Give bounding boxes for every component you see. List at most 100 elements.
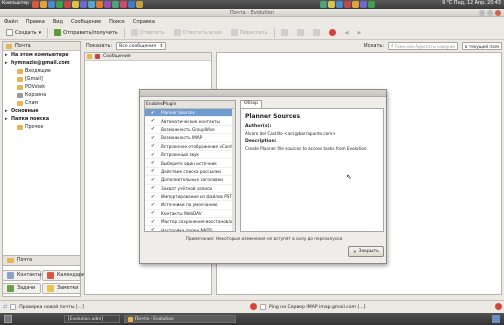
unread-column-icon[interactable] [87, 54, 92, 59]
menu-edit[interactable]: Правка [26, 19, 45, 25]
switcher-calendar-button[interactable]: Календари [42, 270, 85, 281]
print-button[interactable] [278, 27, 291, 38]
forward-button[interactable]: Переслать [228, 27, 271, 38]
tray-icon[interactable] [352, 1, 359, 8]
tray-icon[interactable] [344, 1, 351, 8]
sidebar-folder-item[interactable]: Входящие [3, 67, 80, 75]
back-button[interactable]: ◀ [342, 27, 352, 38]
app-icon[interactable] [48, 1, 55, 8]
window-titlebar[interactable]: Почта - Evolution [0, 9, 504, 17]
minimize-icon[interactable] [479, 10, 485, 16]
app-icon[interactable] [128, 1, 135, 8]
app-icon[interactable] [40, 1, 47, 8]
plugin-enabled-checkbox[interactable]: ✔ [145, 219, 161, 225]
plugin-enabled-checkbox[interactable]: ✔ [145, 118, 161, 124]
app-icon[interactable] [96, 1, 103, 8]
new-button[interactable]: Создать ▾ [3, 27, 44, 38]
plugin-column-header[interactable]: Plugin [161, 102, 176, 107]
search-input[interactable]: ⌕ Тема или Адресаты содержат [388, 42, 458, 50]
switcher-memos-button[interactable]: Заметки [42, 283, 81, 294]
plugin-row[interactable]: ✔ Захват учётной записи [145, 185, 235, 193]
plugin-row[interactable]: ✔ Встроенный звук [145, 151, 235, 160]
forward-nav-button[interactable]: ▶ [355, 27, 365, 38]
enabled-column-header[interactable]: Enabled [145, 102, 164, 107]
app-icon[interactable] [88, 1, 95, 8]
sidebar-folder-item[interactable]: Спам [3, 99, 80, 107]
tray-icon[interactable] [368, 1, 375, 8]
plugin-list-scrollbar[interactable] [232, 109, 235, 231]
reply-all-button[interactable]: Ответить всем [171, 27, 225, 38]
app-icon[interactable] [136, 1, 143, 8]
switcher-tasks-button[interactable]: Задачи [2, 283, 41, 294]
plugin-enabled-checkbox[interactable]: ✔ [145, 168, 161, 174]
menu-file[interactable]: Файл [4, 19, 18, 25]
plugin-enabled-checkbox[interactable]: ✔ [145, 110, 161, 116]
menu-search[interactable]: Поиск [109, 19, 125, 25]
sidebar-folder-item[interactable]: ▸ hymnazio@gmail.com [3, 59, 80, 67]
app-icon[interactable] [80, 1, 87, 8]
applications-menu[interactable]: Компьютер [2, 1, 29, 6]
sidebar-folder-item[interactable]: ▸ На этом компьютере [3, 51, 80, 59]
plugin-enabled-checkbox[interactable]: ✔ [145, 210, 161, 216]
tray-icon[interactable] [328, 1, 335, 8]
app-icon[interactable] [104, 1, 111, 8]
dialog-titlebar[interactable] [140, 90, 386, 97]
app-icon[interactable] [56, 1, 63, 8]
messages-column-header[interactable]: Сообщения [103, 54, 131, 59]
switcher-contacts-button[interactable]: Контакты [2, 270, 42, 281]
plugin-enabled-checkbox[interactable]: ✔ [145, 185, 161, 191]
plugin-enabled-checkbox[interactable]: ✔ [145, 126, 161, 132]
sidebar-folder-item[interactable]: Корзина [3, 91, 80, 99]
chevron-down-icon[interactable]: ▾ [39, 30, 42, 36]
app-icon[interactable] [64, 1, 71, 8]
clock[interactable]: 9 °C Пнд, 12 Апр, 20:43 [442, 1, 501, 6]
menu-help[interactable]: Справка [133, 19, 155, 25]
tray-icon[interactable] [336, 1, 343, 8]
taskbar-item[interactable]: [Evolution.odm] [64, 315, 120, 323]
sidebar-folder-item[interactable]: [Gmail] [3, 75, 80, 83]
expander-icon[interactable]: ▸ [5, 109, 9, 114]
plugin-enabled-checkbox[interactable]: ✔ [145, 143, 161, 149]
plugin-row[interactable]: ✔ Возможность IMAP [145, 134, 235, 143]
plugin-row[interactable]: ✔ Контакты WebDAV [145, 210, 235, 219]
tab-overview[interactable]: Обзор [240, 100, 262, 108]
sidebar-folder-item[interactable]: POVstek [3, 83, 80, 91]
reply-button[interactable]: Ответить [128, 27, 168, 38]
junk-button[interactable] [310, 27, 323, 38]
plugin-row[interactable]: ✔ Действие списка рассылки [145, 168, 235, 177]
app-icon[interactable] [32, 1, 39, 8]
expander-icon[interactable]: ▸ [5, 61, 9, 66]
cancel-operation-icon[interactable] [250, 303, 257, 310]
plugin-enabled-checkbox[interactable]: ✔ [145, 160, 161, 166]
sidebar-folder-item[interactable]: ▸ Основные [3, 107, 80, 115]
menu-view[interactable]: Вид [53, 19, 63, 25]
plugin-enabled-checkbox[interactable]: ✔ [145, 177, 161, 183]
sidebar-folder-item[interactable]: Прочее [3, 123, 80, 131]
menu-message[interactable]: Сообщение [71, 19, 101, 25]
plugin-row[interactable]: ✔ Автоматические контакты [145, 117, 235, 126]
plugin-enabled-checkbox[interactable]: ✔ [145, 202, 161, 208]
switcher-mail-button[interactable]: Почта [2, 255, 81, 266]
plugin-enabled-checkbox[interactable]: ✔ [145, 152, 161, 158]
plugin-row[interactable]: ✔ Planner Sources [145, 109, 235, 118]
plugin-list[interactable]: Enabled Plugin ✔ Planner Sources ✔ Автомати… [144, 100, 236, 232]
search-scope-select[interactable]: в текущей папке [462, 42, 502, 50]
show-filter-select[interactable]: Все сообщения ⇕ [116, 42, 167, 50]
workspace-switcher-icon[interactable] [492, 315, 500, 323]
plugin-row[interactable]: ✔ Импортирование из файлов PST [145, 193, 235, 202]
sidebar-folder-item[interactable]: ▸ Папки поиска [3, 115, 80, 123]
plugin-row[interactable]: ✔ Дополнительные заголовки [145, 176, 235, 185]
plugin-row[interactable]: ✔ Источники по умолчанию [145, 201, 235, 210]
show-desktop-icon[interactable] [4, 315, 12, 323]
plugin-row[interactable]: ✔ Встроенное отображение vCard [145, 143, 235, 151]
app-icon[interactable] [112, 1, 119, 8]
plugin-row[interactable]: ✔ Настройка папки NNTP [145, 226, 235, 231]
app-icon[interactable] [120, 1, 127, 8]
plugin-enabled-checkbox[interactable]: ✔ [145, 227, 161, 231]
plugin-enabled-checkbox[interactable]: ✔ [145, 135, 161, 141]
plugin-row[interactable]: ✔ Выберите один источник [145, 159, 235, 168]
app-icon[interactable] [72, 1, 79, 8]
attachment-column-icon[interactable] [95, 54, 100, 59]
close-icon[interactable] [495, 10, 501, 16]
taskbar-item-active[interactable]: Почта - Evolution [124, 315, 236, 323]
